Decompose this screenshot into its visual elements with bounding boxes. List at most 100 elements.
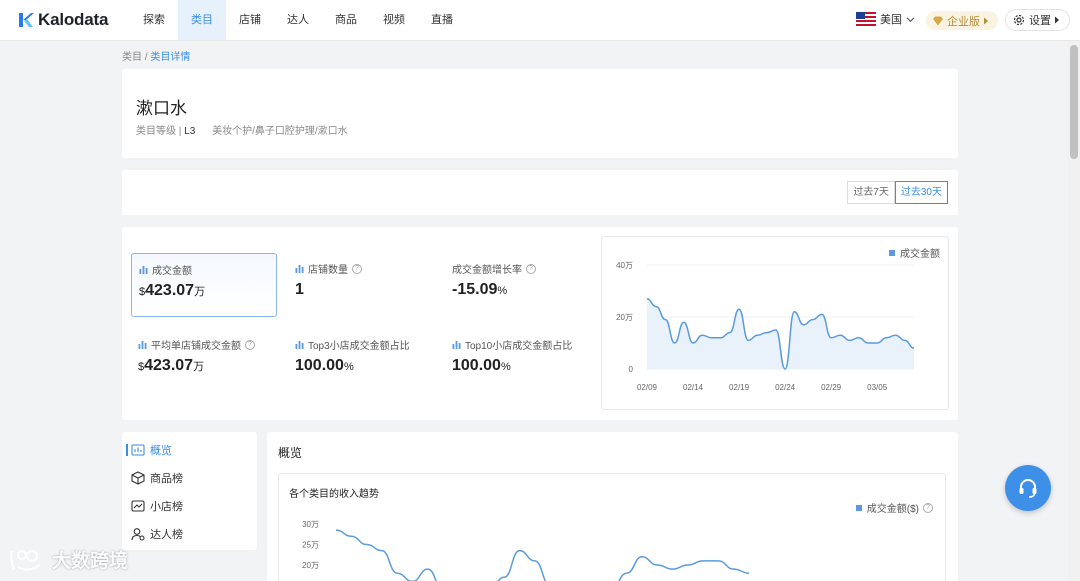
stat-value-row: 100.00% xyxy=(295,357,354,375)
sidebar-item[interactable]: 商品榜 xyxy=(131,469,183,487)
gear-icon xyxy=(1013,14,1025,26)
date-range-option[interactable]: 过去7天 xyxy=(847,181,895,204)
breadcrumb: 类目 / 类目详情 xyxy=(122,48,190,63)
stat-tile[interactable]: 平均单店铺成交金额? $423.07万 xyxy=(131,329,277,393)
help-icon[interactable]: ? xyxy=(526,263,536,274)
revenue-trend-chart: 成交金额 0 20万 40万 02/09 02/14 02/19 02/24 02/29 03/… xyxy=(601,236,949,410)
stat-label: 店铺数量 xyxy=(308,265,348,276)
stat-tile[interactable]: 成交金额增长率? -15.09% xyxy=(445,253,591,317)
stat-label-row: 店铺数量? xyxy=(295,261,362,276)
bar-chart-icon xyxy=(452,341,461,349)
stat-value-row: $423.07万 xyxy=(138,357,204,375)
watermark-text: 大数跨境 xyxy=(52,551,129,572)
stat-label-row: Top10小店成交金额占比 xyxy=(452,337,572,352)
stat-label-row: 成交金额增长率? xyxy=(452,261,536,276)
page-scrollbar[interactable] xyxy=(1068,41,1080,581)
series-line xyxy=(335,529,750,581)
settings-button[interactable]: 设置 xyxy=(1005,9,1070,31)
breadcrumb-separator: / xyxy=(144,52,148,63)
stat-unit: % xyxy=(500,361,511,373)
y-tick-label: 25万 xyxy=(302,541,319,550)
stat-value-row: 100.00% xyxy=(452,357,511,375)
overview-icon xyxy=(131,444,145,456)
y-tick-label: 20万 xyxy=(302,561,319,570)
x-tick-label: 02/19 xyxy=(729,383,750,392)
income-trend-svg: 30万 25万 20万 xyxy=(302,520,750,581)
nav-item[interactable]: 商品 xyxy=(322,0,370,40)
stat-label: Top3小店成交金额占比 xyxy=(308,341,410,352)
nav-item[interactable]: 直播 xyxy=(418,0,466,40)
language-label: 美国 xyxy=(880,14,902,26)
overview-title: 概览 xyxy=(278,446,303,460)
kalodata-logo-icon xyxy=(19,13,34,27)
y-tick-label: 20万 xyxy=(616,313,633,322)
stat-value: -15.09 xyxy=(452,281,498,298)
top-navigation-bar: Kalodata 探索 类目 店铺 达人 商品 视频 直播 美国 企业版 设置 xyxy=(0,0,1080,41)
sidebar-item[interactable]: 概览 xyxy=(126,441,172,459)
x-tick-label: 02/09 xyxy=(637,383,658,392)
bar-chart-icon xyxy=(295,265,304,273)
stat-tile[interactable]: Top10小店成交金额占比 100.00% xyxy=(445,329,591,393)
brand-name: Kalodata xyxy=(38,10,109,29)
x-tick-label: 02/14 xyxy=(683,383,704,392)
stat-tile[interactable]: Top3小店成交金额占比 100.00% xyxy=(288,329,434,393)
scrollbar-thumb[interactable] xyxy=(1070,45,1078,159)
enterprise-badge[interactable]: 企业版 xyxy=(926,11,998,30)
stat-value-row: 1 xyxy=(295,281,304,299)
help-icon[interactable]: ? xyxy=(352,263,362,274)
nav-item[interactable]: 类目 xyxy=(178,0,226,40)
stat-label: 平均单店铺成交金额 xyxy=(151,341,241,352)
stat-value: 1 xyxy=(295,281,304,298)
nav-item[interactable]: 探索 xyxy=(130,0,178,40)
date-range-option[interactable]: 过去30天 xyxy=(894,181,948,204)
date-range-card: 过去7天 过去30天 xyxy=(122,170,958,215)
kalodata-logo[interactable]: Kalodata xyxy=(18,9,108,31)
stat-label: Top10小店成交金额占比 xyxy=(465,341,573,352)
help-icon[interactable]: ? xyxy=(245,339,255,350)
breadcrumb-root[interactable]: 类目 xyxy=(122,52,142,63)
breadcrumb-current: 类目详情 xyxy=(150,52,191,63)
x-tick-label: 03/05 xyxy=(867,383,888,392)
diamond-icon xyxy=(933,16,943,25)
category-level-label: 类目等级 | xyxy=(136,126,182,137)
sidebar-item-label: 小店榜 xyxy=(150,501,183,513)
x-tick-label: 02/24 xyxy=(775,383,796,392)
language-selector[interactable]: 美国 xyxy=(856,11,915,27)
enterprise-label: 企业版 xyxy=(947,15,980,28)
nav-item[interactable]: 店铺 xyxy=(226,0,274,40)
revenue-trend-svg: 0 20万 40万 02/09 02/14 02/19 02/24 02/29 03/05 xyxy=(616,261,915,392)
stat-tile[interactable]: 店铺数量? 1 xyxy=(288,253,434,317)
headset-icon xyxy=(1019,479,1037,498)
watermark: 大数跨境 xyxy=(8,546,128,573)
sidebar-item[interactable]: 小店榜 xyxy=(131,497,183,515)
user-gear-icon xyxy=(131,528,145,541)
watermark-logo-icon xyxy=(10,549,41,571)
caret-right-icon xyxy=(984,17,988,24)
series-area xyxy=(647,298,914,369)
nav-item[interactable]: 达人 xyxy=(274,0,322,40)
stat-tile[interactable]: 成交金额 $423.07万 xyxy=(131,253,277,317)
x-tick-label: 02/29 xyxy=(821,383,842,392)
stat-unit: 万 xyxy=(193,361,205,373)
category-path: 美妆个护/鼻子口腔护理/漱口水 xyxy=(212,126,348,137)
bar-chart-icon xyxy=(138,341,147,349)
stat-label-row: 平均单店铺成交金额? xyxy=(138,337,255,352)
date-range-toggle: 过去7天 过去30天 xyxy=(847,181,948,204)
section-sidebar: 概览商品榜小店榜达人榜 xyxy=(122,432,257,550)
category-income-trend-card: 各个类目的收入趋势 成交金额($) ? 30万 25万 20万 xyxy=(278,473,946,581)
y-tick-label: 30万 xyxy=(302,520,319,529)
overview-section: 概览 各个类目的收入趋势 成交金额($) ? 30万 25万 20万 xyxy=(267,432,958,581)
stat-value: 100.00 xyxy=(295,357,344,374)
caret-right-icon xyxy=(1055,16,1059,24)
y-tick-label: 0 xyxy=(629,365,634,374)
bar-chart-icon xyxy=(139,266,148,274)
stat-unit: % xyxy=(343,361,354,373)
chevron-down-icon xyxy=(906,16,915,22)
customer-support-button[interactable] xyxy=(1005,465,1051,511)
box-icon xyxy=(131,471,145,485)
nav-item[interactable]: 视频 xyxy=(370,0,418,40)
stat-label-row: 成交金额 xyxy=(139,262,192,277)
sidebar-item[interactable]: 达人榜 xyxy=(131,525,183,543)
main-nav: 探索 类目 店铺 达人 商品 视频 直播 xyxy=(130,0,466,40)
us-flag-icon xyxy=(856,12,876,26)
